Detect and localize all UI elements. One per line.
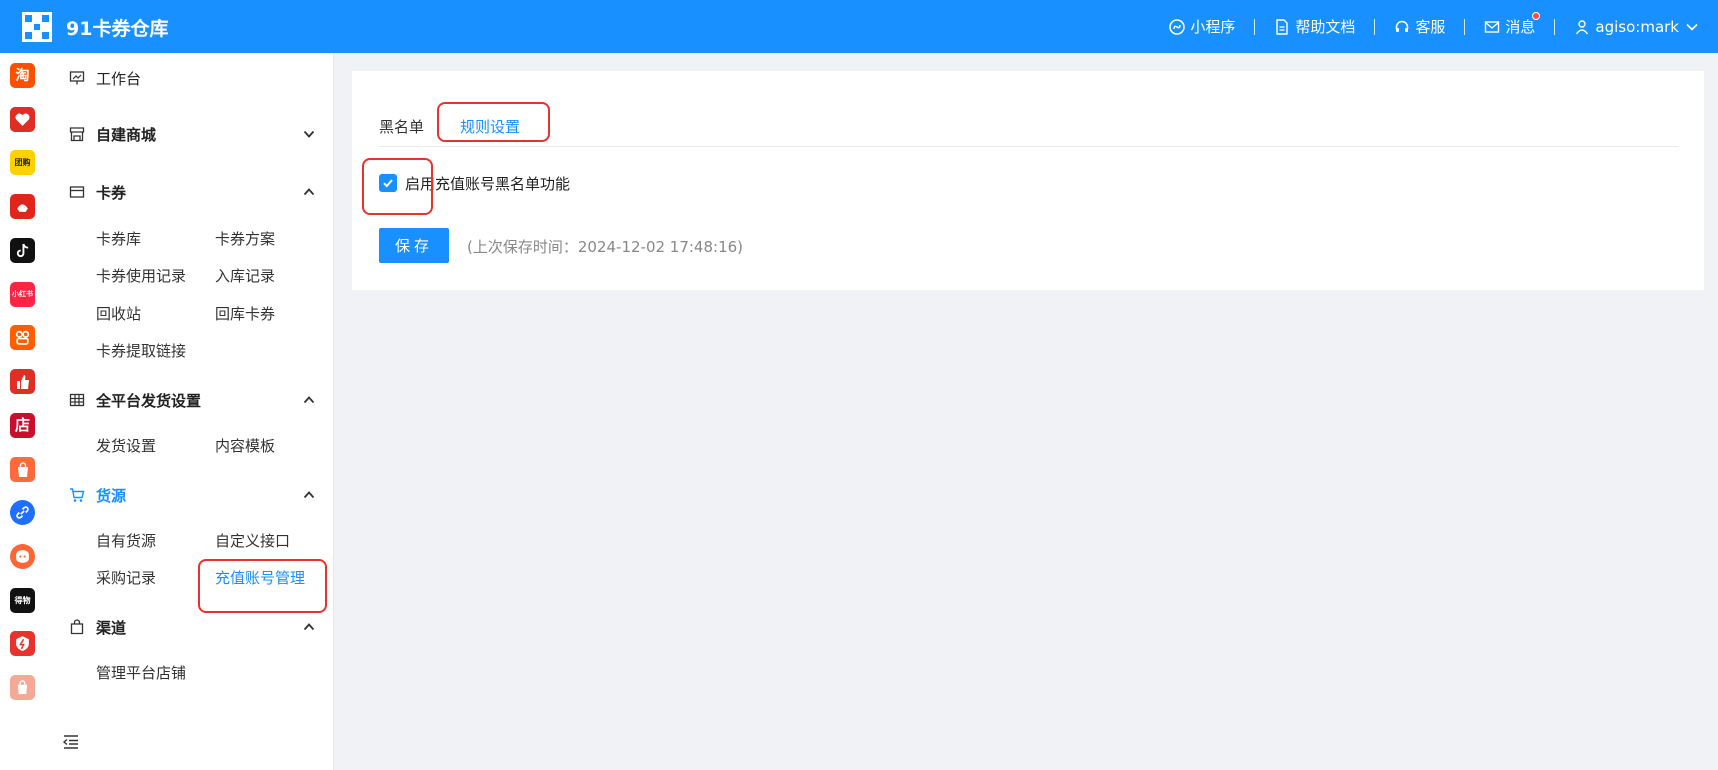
tuanhao-icon[interactable]: 团购 [10,150,35,175]
menu-delivery-settings[interactable]: 全平台发货设置 [44,382,334,418]
chevron-up-icon [303,188,315,196]
chevron-up-icon [303,623,315,631]
user-menu[interactable]: agiso:mark [1574,18,1700,36]
collapse-sidebar-icon[interactable] [62,733,80,751]
messages-link[interactable]: 消息 [1484,12,1541,37]
support-label: 客服 [1415,18,1446,36]
card-icon [69,186,85,198]
mail-icon [1485,20,1500,33]
menu-cards-label: 卡券 [96,183,127,202]
pinduoduo-icon[interactable] [10,107,35,132]
menu-supply[interactable]: 货源 [44,477,334,513]
table-icon [69,393,85,407]
enable-blacklist-checkbox[interactable] [379,174,397,192]
douyin-icon[interactable] [10,238,35,263]
mini-program-link[interactable]: 小程序 [1169,16,1235,37]
header-nav: 小程序 帮助文档 客服 消息 agiso:mark [1169,0,1700,53]
chevron-up-icon [303,396,315,404]
help-docs-label: 帮助文档 [1295,18,1356,36]
unread-dot [1532,12,1541,20]
document-icon [1276,18,1289,35]
username: agiso:mark [1595,17,1679,36]
checkmark-icon [383,179,393,188]
taobao-icon[interactable]: 淘 [10,63,35,88]
submenu-card-extract-links[interactable]: 卡券提取链接 [96,340,186,361]
submenu-recharge-account-management[interactable]: 充值账号管理 [215,567,305,588]
submenu-card-usage-records[interactable]: 卡券使用记录 [96,265,186,286]
content-card: 黑名单 规则设置 启用充值账号黑名单功能 保存 (上次保存时间：2024-12-… [352,71,1704,290]
user-icon [1576,19,1589,34]
menu-next-group-clipped [44,713,334,719]
menu-channel-label: 渠道 [96,618,127,637]
tab-rule-settings[interactable]: 规则设置 [460,106,520,146]
enable-blacklist-label: 启用充值账号黑名单功能 [405,174,571,193]
nav-divider [1254,18,1256,35]
support-link[interactable]: 客服 [1394,16,1445,37]
shield-icon[interactable] [10,631,35,656]
tab-rule-settings-label: 规则设置 [460,117,521,136]
app-title[interactable]: 91卡券仓库 [66,14,168,41]
shopee-icon[interactable] [10,675,35,700]
menu-delivery-settings-label: 全平台发货设置 [96,391,202,410]
save-button[interactable]: 保存 [379,228,449,263]
thumbs-up-icon[interactable] [10,369,35,394]
store-icon[interactable]: 店 [10,413,35,438]
cart-icon [70,488,85,502]
submenu-returned-cards[interactable]: 回库卡券 [215,303,275,324]
submenu-content-templates[interactable]: 内容模板 [215,435,275,456]
tab-bar: 黑名单 规则设置 [379,102,1679,147]
menu-self-mall[interactable]: 自建商城 [44,116,334,152]
kuaishou-icon[interactable] [10,325,35,350]
submenu-own-supply[interactable]: 自有货源 [96,530,156,551]
menu-workbench[interactable]: 工作台 [44,60,334,96]
jingdong-icon[interactable] [10,194,35,219]
submenu-card-plans[interactable]: 卡券方案 [215,228,275,249]
last-saved-time: (上次保存时间：2024-12-02 17:48:16) [467,238,744,256]
app-logo[interactable] [22,12,52,42]
chevron-up-icon [303,491,315,499]
menu-workbench-label: 工作台 [96,69,142,88]
nav-divider [1464,18,1466,35]
mini-program-label: 小程序 [1190,18,1236,36]
mini-program-icon [1169,18,1186,35]
messages-label: 消息 [1505,18,1536,36]
help-docs-link[interactable]: 帮助文档 [1274,16,1355,37]
menu-channel[interactable]: 渠道 [44,609,334,645]
top-header: 91卡券仓库 小程序 帮助文档 客服 消息 agiso:mark [0,0,1718,53]
shop-icon [69,127,85,142]
submenu-recycle-bin[interactable]: 回收站 [96,303,141,324]
submenu-stock-in-records[interactable]: 入库记录 [215,265,275,286]
platform-rail: 淘 团购 小红书 店 得物 [0,53,44,770]
menu-self-mall-label: 自建商城 [96,125,157,144]
nav-divider [1374,18,1376,35]
sidebar: 工作台 自建商城 卡券 卡券库 卡券方案 卡券使用记录 入库记录 回收站 回库卡… [44,53,334,770]
link-icon[interactable] [10,500,35,525]
chevron-down-icon [303,130,315,138]
xiaohongshu-icon[interactable]: 小红书 [10,282,35,307]
submenu-delivery-settings[interactable]: 发货设置 [96,435,156,456]
messages-label-wrap: 消息 [1505,12,1541,37]
submenu-manage-platform-stores[interactable]: 管理平台店铺 [96,662,186,683]
nav-divider [1554,18,1556,35]
tab-blacklist[interactable]: 黑名单 [379,106,424,146]
enable-blacklist-toggle[interactable]: 启用充值账号黑名单功能 [379,172,570,194]
presentation-icon [69,71,85,85]
bag-icon[interactable] [10,457,35,482]
chat-icon[interactable] [10,544,35,569]
tab-blacklist-label: 黑名单 [379,117,425,136]
menu-supply-label: 货源 [96,486,127,505]
chevron-down-icon [1686,23,1698,31]
menu-cards[interactable]: 卡券 [44,174,334,210]
dewu-icon[interactable]: 得物 [10,588,35,613]
headset-icon [1396,20,1409,32]
shopping-bag-icon [70,619,84,635]
submenu-card-library[interactable]: 卡券库 [96,228,141,249]
submenu-purchase-records[interactable]: 采购记录 [96,567,156,588]
submenu-custom-api[interactable]: 自定义接口 [215,530,290,551]
